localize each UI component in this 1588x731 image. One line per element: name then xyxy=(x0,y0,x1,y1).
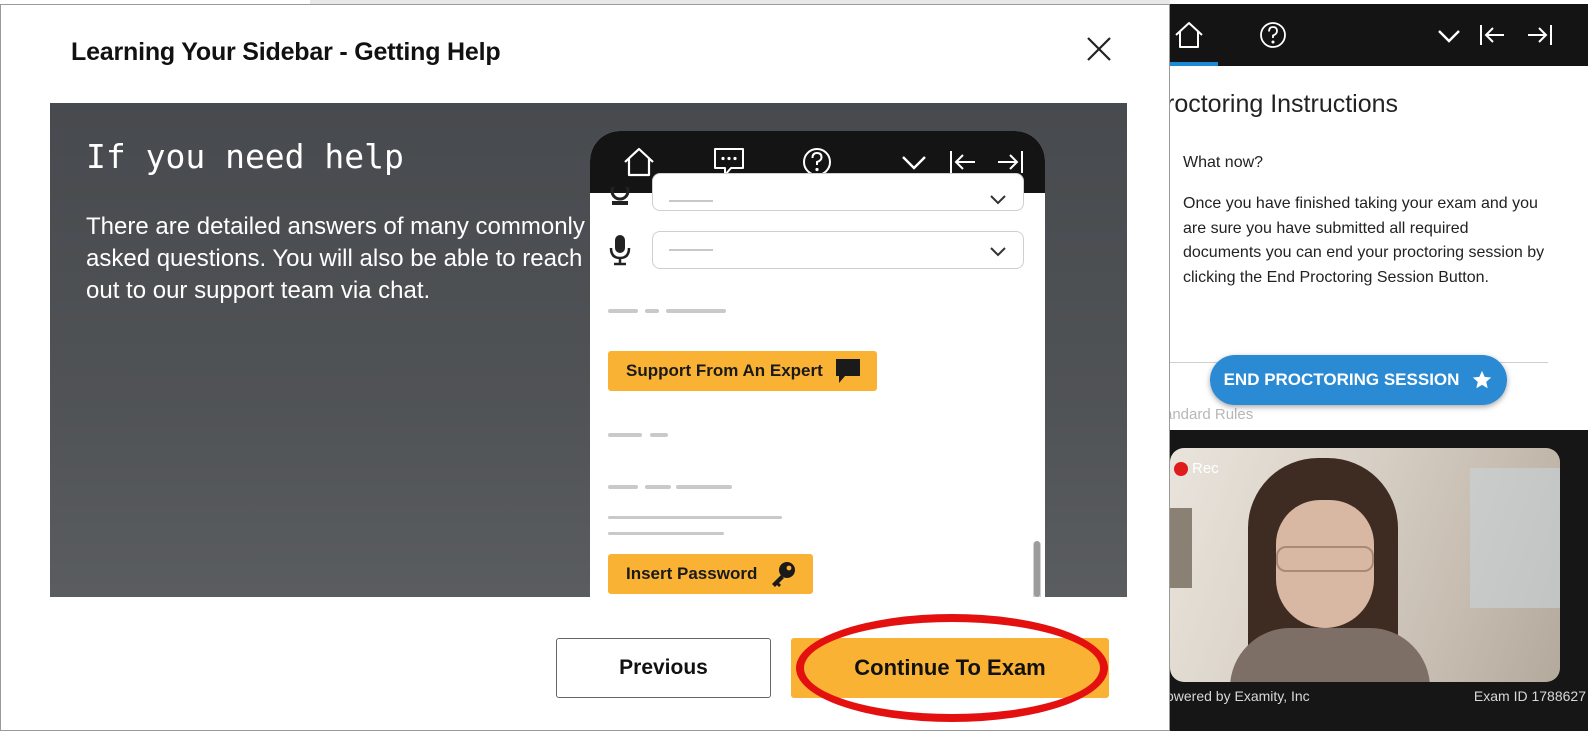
help-modal: Learning Your Sidebar - Getting Help If … xyxy=(0,4,1170,731)
home-icon xyxy=(624,147,654,177)
insert-password-label: Insert Password xyxy=(626,564,758,583)
home-icon[interactable] xyxy=(1172,18,1206,52)
camera-icon xyxy=(610,187,630,205)
placeholder-dash xyxy=(666,309,726,313)
end-proctoring-session-button[interactable]: END PROCTORING SESSION xyxy=(1210,355,1507,405)
placeholder-dash xyxy=(608,516,782,519)
background-shelf xyxy=(1170,508,1192,588)
sidebar-active-tab-indicator xyxy=(1170,62,1218,66)
sidebar-description: Once you have finished taking your exam … xyxy=(1183,195,1545,286)
placeholder-dash xyxy=(608,433,642,437)
sidebar-title: roctoring Instructions xyxy=(1170,90,1399,118)
proctoring-sidebar: roctoring Instructions What now? Once yo… xyxy=(1170,4,1588,731)
recording-indicator: Rec xyxy=(1174,460,1219,477)
sidebar-question: What now? xyxy=(1183,154,1264,171)
chat-bubble-icon xyxy=(835,359,860,383)
close-icon xyxy=(1087,37,1111,61)
person-glasses xyxy=(1276,546,1374,572)
mockup-body: Support From An Expert Insert Password xyxy=(590,173,1045,597)
banner-text: There are detailed answers of many commo… xyxy=(86,213,585,304)
placeholder-dash xyxy=(645,309,659,313)
sidebar-mockup: Support From An Expert Insert Password xyxy=(590,131,1045,597)
camera-select xyxy=(652,173,1024,211)
placeholder-dash xyxy=(608,532,724,535)
insert-password-button: Insert Password xyxy=(608,554,814,594)
placeholder-dash xyxy=(608,309,638,313)
previous-button[interactable]: Previous xyxy=(556,638,771,698)
star-icon xyxy=(1473,370,1492,389)
person-body xyxy=(1230,628,1430,682)
recording-label: Rec xyxy=(1192,460,1219,477)
collapse-left-icon[interactable] xyxy=(1476,18,1510,52)
exam-id-text: Exam ID 1788627 xyxy=(1473,688,1586,704)
background-window xyxy=(1470,468,1560,608)
end-proctoring-session-label: END PROCTORING SESSION xyxy=(1223,370,1460,389)
support-expert-button: Support From An Expert xyxy=(608,351,877,391)
placeholder-dash xyxy=(650,433,668,437)
support-expert-label: Support From An Expert xyxy=(626,361,823,380)
chevron-down-icon xyxy=(990,247,1006,257)
select-value-line xyxy=(669,200,713,202)
placeholder-dash xyxy=(608,485,638,489)
banner-heading: If you need help xyxy=(86,137,404,176)
continue-to-exam-button[interactable]: Continue To Exam xyxy=(791,638,1109,698)
close-button[interactable] xyxy=(1081,31,1117,67)
help-banner: If you need help There are detailed answ… xyxy=(50,103,1127,597)
microphone-icon xyxy=(609,235,631,266)
standard-rules-label: andard Rules xyxy=(1170,406,1254,423)
help-icon[interactable] xyxy=(1256,18,1290,52)
chevron-down-icon[interactable] xyxy=(1432,18,1466,52)
mockup-scrollbar-thumb xyxy=(1034,541,1040,597)
webcam-panel: Rec xyxy=(1170,430,1588,731)
screen: Learning Your Sidebar - Getting Help If … xyxy=(0,0,1588,731)
microphone-select xyxy=(652,231,1024,269)
chevron-down-icon xyxy=(990,195,1006,205)
placeholder-dash xyxy=(645,485,671,489)
sidebar-nav-bar xyxy=(1170,4,1588,66)
modal-title: Learning Your Sidebar - Getting Help xyxy=(71,38,501,66)
recording-dot-icon xyxy=(1174,461,1188,476)
key-icon xyxy=(772,562,796,587)
expand-right-icon[interactable] xyxy=(1522,18,1556,52)
powered-by-text: owered by Examity, Inc xyxy=(1170,688,1310,704)
placeholder-dash xyxy=(676,485,732,489)
webcam-feed: Rec xyxy=(1170,448,1560,682)
select-value-line xyxy=(669,249,713,251)
